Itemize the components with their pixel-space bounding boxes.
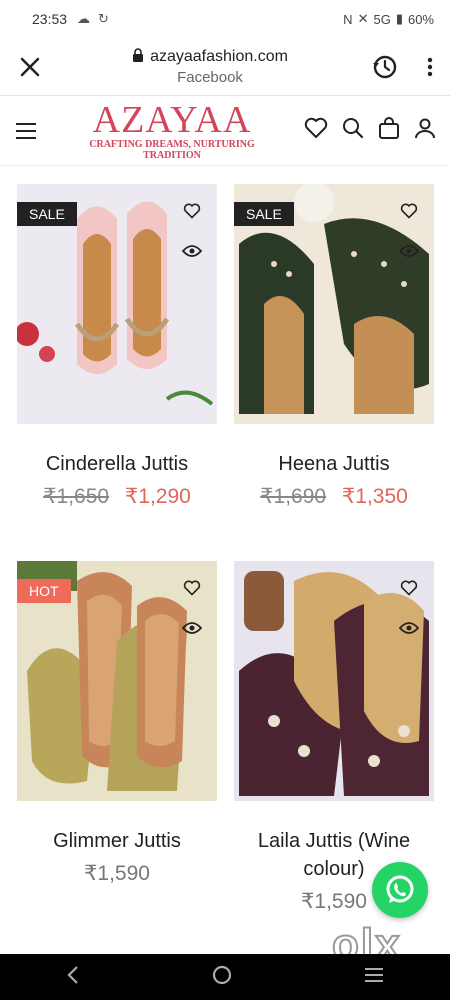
account-icon[interactable] (414, 117, 436, 144)
price: ₹1,590 (301, 890, 367, 913)
battery-label: 60% (407, 11, 434, 27)
product-name[interactable]: Heena Juttis (234, 450, 434, 478)
product-card[interactable]: SALE Heena Juttis ₹1,690 ₹1,350 (234, 184, 434, 509)
product-name[interactable]: Cinderella Juttis (17, 450, 217, 478)
logo-text: AZAYAA (92, 98, 252, 141)
search-icon[interactable] (342, 117, 364, 144)
signal-icon: ▮ (395, 11, 403, 26)
back-icon[interactable] (65, 965, 81, 990)
wishlist-heart-icon[interactable] (398, 200, 420, 222)
logo-tagline: CRAFTING DREAMS, NURTURING (89, 138, 255, 150)
history-icon[interactable] (360, 54, 410, 80)
recent-apps-icon[interactable] (363, 966, 385, 989)
product-name[interactable]: Glimmer Juttis (17, 827, 217, 855)
status-bar: 23:53 ☁ ↻ N ✕ 5G ▮ 60% (0, 0, 450, 38)
site-header: AZAYAA CRAFTING DREAMS, NURTURING TRADIT… (0, 96, 450, 166)
original-price: ₹1,690 (260, 485, 327, 508)
wishlist-heart-icon[interactable] (304, 117, 328, 144)
product-price: ₹1,650 ₹1,290 (17, 484, 217, 509)
browser-toolbar: azayaafashion.com Facebook (0, 38, 450, 96)
product-image[interactable] (234, 561, 434, 801)
home-icon[interactable] (211, 964, 233, 991)
wishlist-heart-icon[interactable] (398, 577, 420, 599)
price: ₹1,590 (84, 862, 150, 885)
brand-logo[interactable]: AZAYAA CRAFTING DREAMS, NURTURING TRADIT… (72, 101, 272, 161)
sale-price: ₹1,290 (124, 485, 191, 508)
product-image[interactable]: SALE (17, 184, 217, 424)
lock-icon (132, 47, 144, 67)
whatsapp-chat-button[interactable] (372, 862, 428, 918)
product-image[interactable]: HOT (17, 561, 217, 801)
product-card[interactable]: SALE Cinderella Juttis ₹1,650 ₹1,290 (17, 184, 217, 509)
hamburger-menu-icon[interactable] (0, 122, 52, 140)
quick-view-eye-icon[interactable] (398, 617, 420, 639)
product-name-line-1: Laila Juttis (Wine (257, 830, 411, 852)
system-navigation-bar (0, 954, 450, 1000)
wishlist-heart-icon[interactable] (181, 200, 203, 222)
sync-icon: ↻ (98, 11, 109, 26)
referrer-label: Facebook (177, 68, 243, 86)
cart-bag-icon[interactable] (378, 116, 400, 145)
quick-view-eye-icon[interactable] (181, 240, 203, 262)
more-options-icon[interactable] (410, 57, 450, 77)
sale-badge: SALE (234, 202, 294, 226)
product-card[interactable]: HOT Glimmer Juttis ₹1,590 (17, 561, 217, 886)
wishlist-heart-icon[interactable] (181, 577, 203, 599)
product-price: ₹1,690 ₹1,350 (234, 484, 434, 509)
hot-badge: HOT (17, 579, 71, 603)
product-image[interactable]: SALE (234, 184, 434, 424)
network-label: 5G (373, 11, 391, 27)
quick-view-eye-icon[interactable] (181, 617, 203, 639)
product-card[interactable]: Laila Juttis (Wine colour) ₹1,590 (234, 561, 434, 914)
mute-icon: ✕ (357, 11, 369, 26)
product-price: ₹1,590 (17, 861, 217, 886)
clock: 23:53 (32, 11, 68, 27)
whatsapp-icon (386, 875, 414, 903)
address-bar[interactable]: azayaafashion.com Facebook (60, 47, 360, 86)
cloud-icon: ☁ (77, 11, 91, 26)
logo-tagline-2: TRADITION (143, 149, 201, 161)
sale-price: ₹1,350 (341, 485, 408, 508)
sale-badge: SALE (17, 202, 77, 226)
original-price: ₹1,650 (43, 485, 110, 508)
nfc-icon: N (343, 11, 353, 27)
close-icon[interactable] (0, 56, 60, 78)
quick-view-eye-icon[interactable] (398, 240, 420, 262)
page-url: azayaafashion.com (150, 48, 288, 65)
